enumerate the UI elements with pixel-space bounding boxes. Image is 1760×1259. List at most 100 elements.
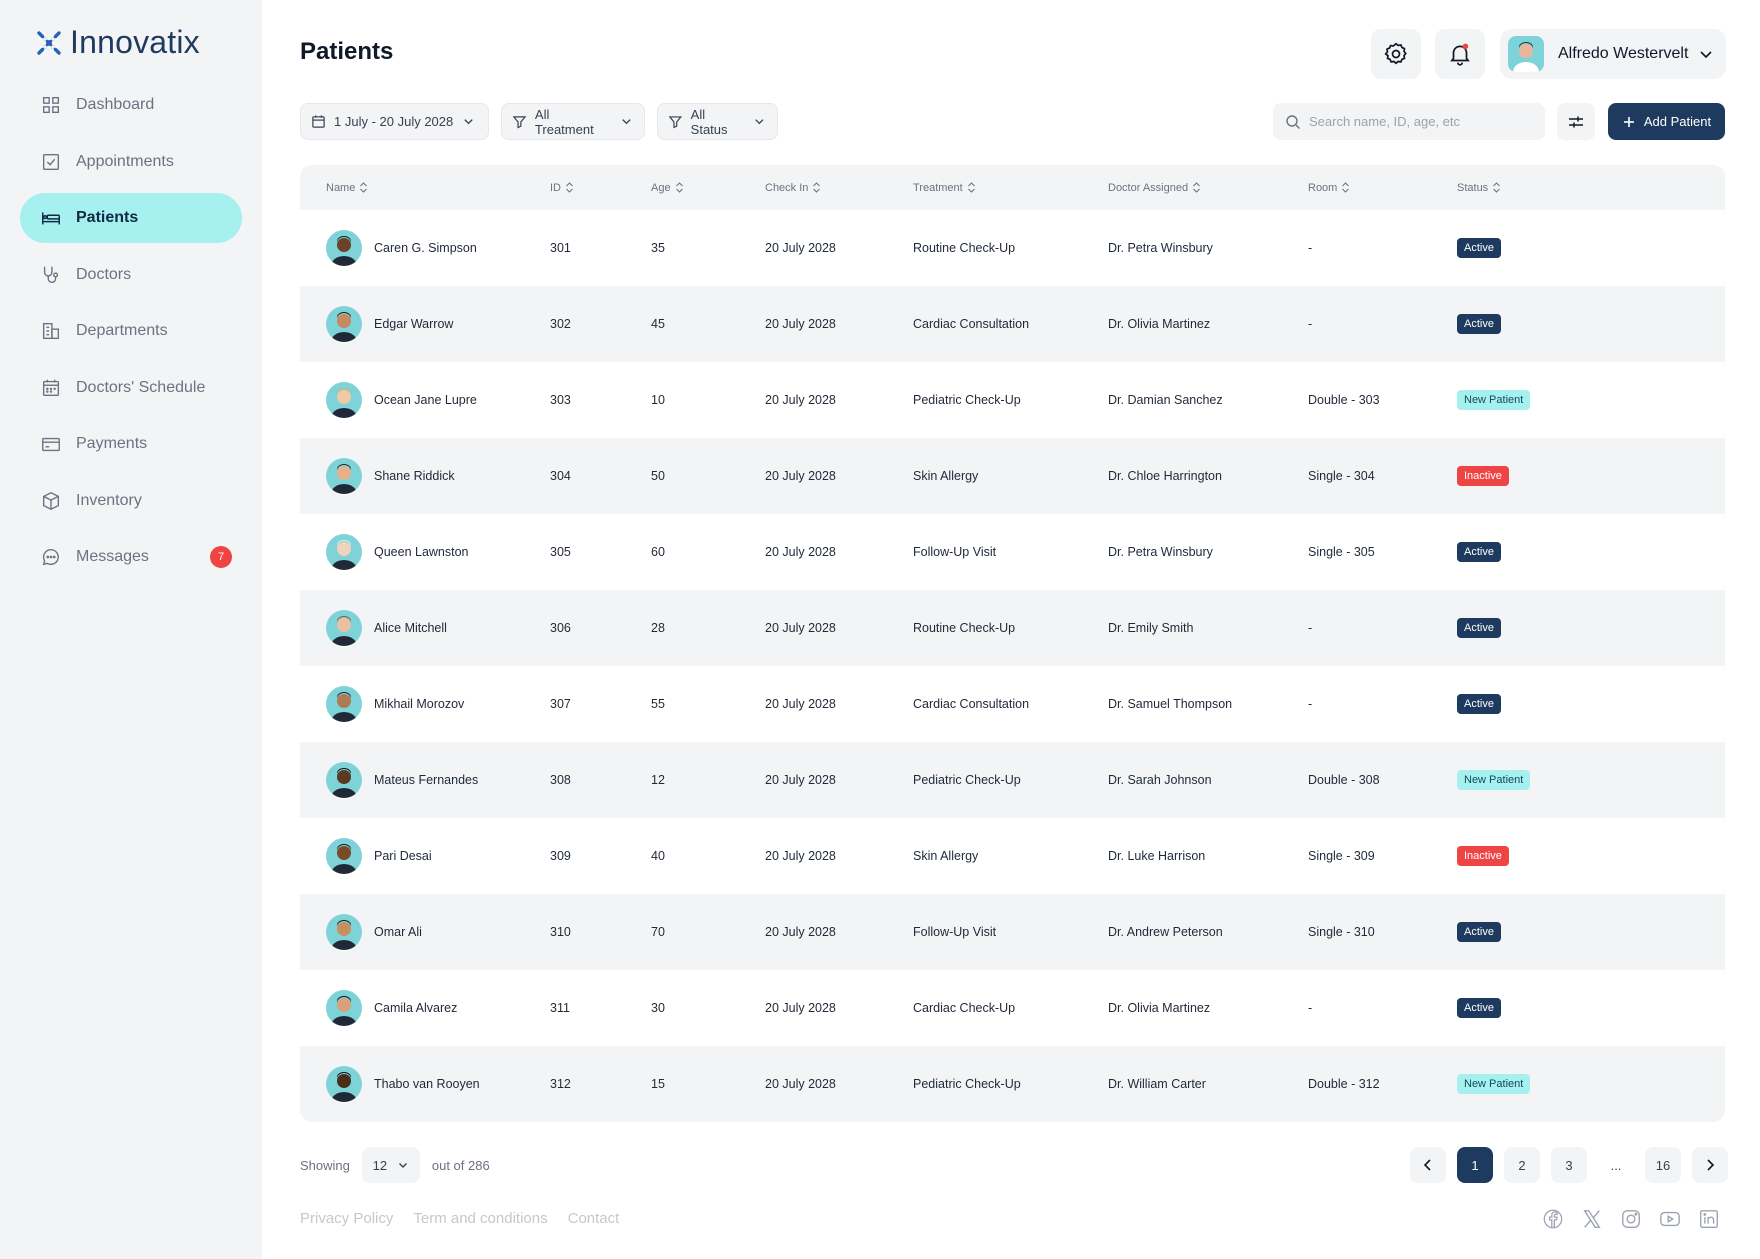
- sort-icon: [1493, 182, 1501, 193]
- date-range-filter[interactable]: 1 July - 20 July 2028: [300, 103, 489, 140]
- cell-id: 302: [550, 317, 571, 331]
- header-col-status[interactable]: Status: [1457, 165, 1501, 210]
- cell-check-in: 20 July 2028: [765, 469, 836, 483]
- terms-link[interactable]: Term and conditions: [413, 1210, 547, 1227]
- cell-check-in: 20 July 2028: [765, 621, 836, 635]
- add-patient-button[interactable]: Add Patient: [1608, 103, 1725, 140]
- table-row[interactable]: Camila Alvarez 311 30 20 July 2028 Cardiac C…: [300, 970, 1725, 1046]
- cell-id: 301: [550, 241, 571, 255]
- search-icon: [1286, 114, 1300, 129]
- treatment-filter[interactable]: All Treatment: [501, 103, 645, 140]
- table-row[interactable]: Thabo van Rooyen 312 15 20 July 2028 Pediatr…: [300, 1046, 1725, 1122]
- nav-item-dashboard[interactable]: Dashboard: [20, 80, 242, 130]
- cell-id: 311: [550, 1001, 570, 1015]
- status-badge: Active: [1457, 618, 1501, 638]
- table-row[interactable]: Caren G. Simpson 301 35 20 July 2028 Routine…: [300, 210, 1725, 286]
- notifications-button[interactable]: [1435, 29, 1485, 79]
- nav-label: Doctors' Schedule: [76, 378, 206, 396]
- next-page-button[interactable]: [1692, 1147, 1728, 1183]
- table-settings-button[interactable]: [1557, 103, 1595, 140]
- prev-page-button[interactable]: [1410, 1147, 1446, 1183]
- header-col-treatment[interactable]: Treatment: [913, 165, 976, 210]
- nav-item-doctors-schedule[interactable]: Doctors' Schedule: [20, 363, 242, 413]
- facebook-icon[interactable]: [1542, 1208, 1564, 1230]
- table-row[interactable]: Alice Mitchell 306 28 20 July 2028 Routine C…: [300, 590, 1725, 666]
- nav-item-departments[interactable]: Departments: [20, 306, 242, 356]
- status-badge: Inactive: [1457, 846, 1509, 866]
- chevron-down-icon: [1700, 51, 1712, 59]
- table-row[interactable]: Queen Lawnston 305 60 20 July 2028 Follow-Up…: [300, 514, 1725, 590]
- user-menu[interactable]: Alfredo Westervelt: [1500, 29, 1726, 79]
- per-page-select[interactable]: 12: [361, 1147, 420, 1183]
- cell-status: Active: [1457, 590, 1501, 666]
- header-col-name[interactable]: Name: [326, 165, 368, 210]
- status-badge: New Patient: [1457, 770, 1531, 790]
- page-button-2[interactable]: 2: [1504, 1147, 1540, 1183]
- page-button-1[interactable]: 1: [1457, 1147, 1493, 1183]
- table-row[interactable]: Mikhail Morozov 307 55 20 July 2028 Cardiac …: [300, 666, 1725, 742]
- nav-item-payments[interactable]: Payments: [20, 419, 242, 469]
- nav-item-inventory[interactable]: Inventory: [20, 476, 242, 526]
- header-col-id[interactable]: ID: [550, 165, 574, 210]
- settings-button[interactable]: [1371, 29, 1421, 79]
- status-badge: Active: [1457, 694, 1501, 714]
- cell-room: -: [1308, 621, 1313, 635]
- nav-item-appointments[interactable]: Appointments: [20, 137, 242, 187]
- cell-treatment: Cardiac Consultation: [913, 697, 1030, 711]
- page-button-3[interactable]: 3: [1551, 1147, 1587, 1183]
- cell-id: 303: [550, 393, 571, 407]
- search-box: [1273, 103, 1545, 140]
- table-row[interactable]: Omar Ali 310 70 20 July 2028 Follow-Up Visit…: [300, 894, 1725, 970]
- nav-item-messages[interactable]: Messages 7: [20, 532, 242, 582]
- cell-age: 12: [651, 773, 665, 787]
- table-row[interactable]: Edgar Warrow 302 45 20 July 2028 Cardiac Con…: [300, 286, 1725, 362]
- brand-logo[interactable]: Innovatix: [36, 24, 200, 61]
- cell-id: 305: [550, 545, 571, 559]
- grid-icon: [42, 96, 60, 114]
- privacy-policy-link[interactable]: Privacy Policy: [300, 1210, 393, 1227]
- nav-label: Patients: [76, 209, 139, 226]
- table-row[interactable]: Pari Desai 309 40 20 July 2028 Skin Allergy D…: [300, 818, 1725, 894]
- bell-icon: [1450, 43, 1470, 66]
- table-header: Name ID Age Check In Treatment Doctor Assigne…: [300, 165, 1725, 210]
- instagram-icon[interactable]: [1620, 1208, 1642, 1230]
- chat-icon: [42, 548, 59, 566]
- contact-link[interactable]: Contact: [568, 1210, 620, 1227]
- filter-icon: [512, 116, 527, 129]
- page-button-16[interactable]: 16: [1645, 1147, 1681, 1183]
- cell-doctor: Dr. Chloe Harrington: [1108, 469, 1222, 483]
- table-row[interactable]: Shane Riddick 304 50 20 July 2028 Skin Aller…: [300, 438, 1725, 514]
- cell-name: Omar Ali: [326, 894, 422, 970]
- cell-status: New Patient: [1457, 362, 1531, 438]
- table-row[interactable]: Mateus Fernandes 308 12 20 July 2028 Pediatr…: [300, 742, 1725, 818]
- header-label: Treatment: [913, 181, 963, 194]
- table-row[interactable]: Ocean Jane Lupre 303 10 20 July 2028 Pediatr…: [300, 362, 1725, 438]
- header-col-age[interactable]: Age: [651, 165, 684, 210]
- nav-item-doctors[interactable]: Doctors: [20, 250, 242, 300]
- status-badge: Active: [1457, 998, 1501, 1018]
- cell-check-in: 20 July 2028: [765, 1001, 836, 1015]
- status-filter[interactable]: All Status: [657, 103, 778, 140]
- linkedin-icon[interactable]: [1698, 1208, 1720, 1230]
- calendar-icon: [42, 379, 60, 396]
- patient-name: Alice Mitchell: [374, 621, 447, 635]
- cell-room: Double - 312: [1308, 1077, 1380, 1091]
- sort-icon: [1342, 182, 1350, 193]
- header-col-doctor[interactable]: Doctor Assigned: [1108, 165, 1201, 210]
- search-input[interactable]: [1309, 114, 1529, 129]
- card-icon: [42, 437, 60, 452]
- cell-age: 35: [651, 241, 665, 255]
- cell-status: New Patient: [1457, 742, 1531, 818]
- cell-name: Mateus Fernandes: [326, 742, 478, 818]
- nav-item-patients[interactable]: Patients: [20, 193, 242, 243]
- main-nav: Dashboard Appointments Patients Doctors …: [20, 80, 242, 589]
- header-col-check-in[interactable]: Check In: [765, 165, 821, 210]
- header-col-room[interactable]: Room: [1308, 165, 1350, 210]
- sort-icon: [360, 182, 368, 193]
- cell-doctor: Dr. Petra Winsbury: [1108, 241, 1213, 255]
- x-icon[interactable]: [1581, 1208, 1603, 1230]
- cell-treatment: Cardiac Consultation: [913, 317, 1030, 331]
- cell-check-in: 20 July 2028: [765, 317, 836, 331]
- youtube-icon[interactable]: [1659, 1208, 1681, 1230]
- patient-name: Omar Ali: [374, 925, 422, 939]
